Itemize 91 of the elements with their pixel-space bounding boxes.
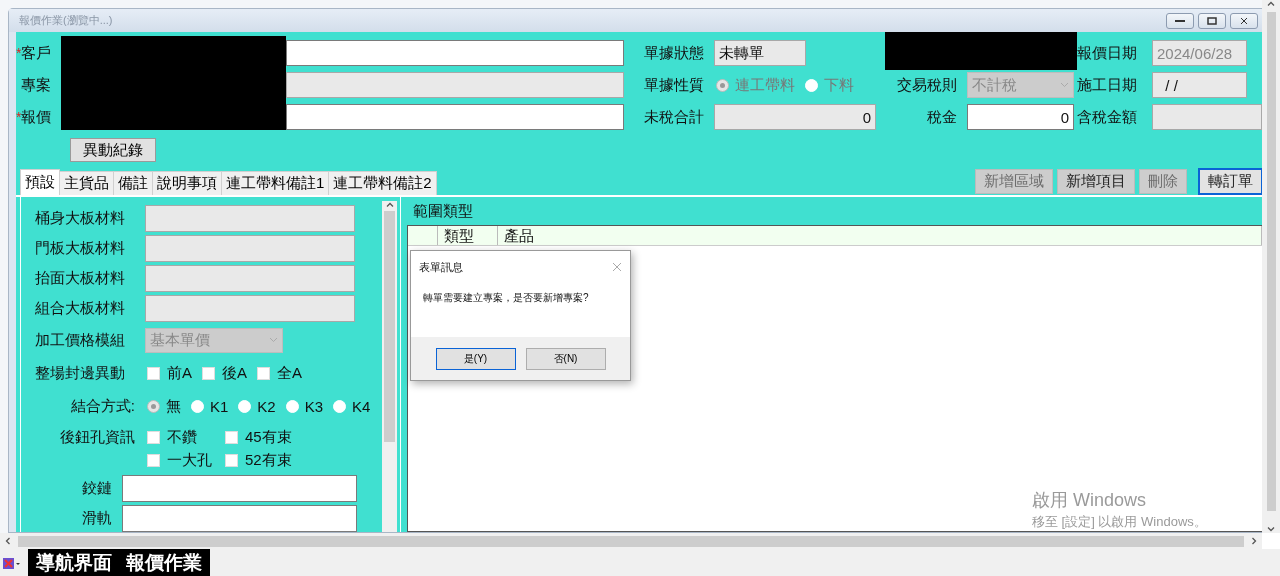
scrollbar[interactable] xyxy=(1262,0,1280,533)
field-label: 後鈕孔資訊 xyxy=(59,428,135,447)
field-label: 客戶 xyxy=(21,43,52,63)
dialog-message: 轉單需要建立專案，是否要新增專案? xyxy=(422,291,590,305)
input-field[interactable] xyxy=(286,104,624,130)
checkbox[interactable] xyxy=(225,431,238,444)
input-field[interactable] xyxy=(122,505,357,532)
tab[interactable]: 說明事項 xyxy=(152,171,222,195)
input-field[interactable] xyxy=(286,40,624,66)
input-field[interactable] xyxy=(145,205,355,232)
option-label: 前A xyxy=(167,363,192,383)
history-button[interactable]: 異動紀錄 xyxy=(70,138,156,162)
option-label: K2 xyxy=(257,397,276,415)
required-mark: * xyxy=(16,45,22,61)
window-title: 報價作業(瀏覽中...) xyxy=(19,13,114,28)
checkbox[interactable] xyxy=(225,454,238,467)
input-field[interactable] xyxy=(145,295,355,322)
input-field[interactable] xyxy=(145,235,355,262)
field-label: 組合大板材料 xyxy=(35,299,126,318)
field-label: 報價 xyxy=(21,107,52,127)
option-label: 後A xyxy=(222,363,248,383)
scroll-up-icon[interactable] xyxy=(385,201,394,209)
activation-title: 啟用 Windows xyxy=(1032,489,1148,512)
scroll-right-icon[interactable] xyxy=(1250,537,1258,545)
restore-button[interactable] xyxy=(1198,12,1226,29)
field-label: 報價日期 xyxy=(1077,43,1138,63)
input-field[interactable] xyxy=(145,265,355,292)
task-label[interactable]: 導航界面 報價作業 xyxy=(28,549,210,576)
checkbox[interactable] xyxy=(257,366,271,380)
field-label: 加工價格模組 xyxy=(35,330,126,350)
scroll-down-icon[interactable] xyxy=(1267,525,1275,533)
field-label: 桶身大板材料 xyxy=(35,209,126,228)
status-field[interactable]: 未轉單 xyxy=(714,40,806,66)
column-header[interactable]: 類型 xyxy=(438,226,498,245)
option-label: 不鑽 xyxy=(167,428,197,447)
option-label: K1 xyxy=(210,397,229,415)
option-label: 無 xyxy=(166,396,181,416)
option-label: 全A xyxy=(277,363,303,383)
field-label: 交易稅則 xyxy=(896,75,958,95)
field-label: 整場封邊異動 xyxy=(35,363,126,383)
close-button[interactable] xyxy=(1230,12,1258,29)
option-label: K4 xyxy=(352,397,371,415)
date-field[interactable]: / / xyxy=(1152,72,1247,98)
tab[interactable]: 預設 xyxy=(20,169,60,195)
tab[interactable]: 連工帶料備註1 xyxy=(221,171,330,195)
task-text: 報價作業 xyxy=(126,550,202,575)
option-label: 一大孔 xyxy=(167,451,212,470)
field-label: 滑軌 xyxy=(81,509,112,528)
field-label: 專案 xyxy=(21,75,52,95)
input-field[interactable] xyxy=(122,475,357,502)
tab[interactable]: 連工帶料備註2 xyxy=(328,171,437,195)
tab[interactable]: 備註 xyxy=(113,171,153,195)
field-label: 單據性質 xyxy=(644,75,705,95)
field-label: 施工日期 xyxy=(1077,75,1138,95)
scrollbar[interactable] xyxy=(382,201,397,532)
amount-field[interactable]: 0 xyxy=(967,104,1074,130)
option-label: K3 xyxy=(304,397,324,415)
group-title: 範圍類型 xyxy=(413,203,474,219)
checkbox[interactable] xyxy=(147,366,160,380)
activation-message: 移至 [設定] 以啟用 Windows。 xyxy=(1032,513,1207,531)
field-label: 抬面大板材料 xyxy=(35,269,126,288)
scroll-left-icon[interactable] xyxy=(4,537,12,545)
restore-icon xyxy=(1207,16,1217,25)
field-label: 單據狀態 xyxy=(644,43,705,63)
minimize-button[interactable] xyxy=(1166,12,1194,29)
option-label: 連工帶料 xyxy=(735,75,795,95)
field-label: 未稅合計 xyxy=(644,107,705,127)
checkbox[interactable] xyxy=(147,431,160,444)
dialog-button[interactable]: 是(Y) xyxy=(435,347,516,370)
field-label: 稅金 xyxy=(926,107,958,127)
action-button[interactable]: 新增項目 xyxy=(1057,168,1135,194)
close-icon[interactable] xyxy=(612,262,622,272)
radio-button[interactable] xyxy=(147,399,160,413)
required-mark: * xyxy=(16,109,22,125)
field-label: 門板大板材料 xyxy=(35,239,126,258)
option-label: 52有束 xyxy=(245,451,292,470)
action-button[interactable]: 轉訂單 xyxy=(1199,168,1262,194)
dialog-button[interactable]: 否(N) xyxy=(525,347,606,370)
field-label: 含稅金額 xyxy=(1077,107,1138,127)
option-label: 45有束 xyxy=(245,428,292,447)
scroll-up-icon[interactable] xyxy=(1267,0,1275,8)
option-label: 下料 xyxy=(824,75,854,95)
field-label: 結合方式: xyxy=(69,396,135,416)
close-icon xyxy=(1240,16,1248,25)
scrollbar[interactable] xyxy=(0,533,1262,549)
field-label: 鉸鏈 xyxy=(81,479,112,498)
dialog-title: 表單訊息 xyxy=(419,259,463,275)
checkbox[interactable] xyxy=(147,454,160,467)
tab[interactable]: 主貨品 xyxy=(59,171,114,195)
task-text: 導航界面 xyxy=(36,550,112,575)
checkbox[interactable] xyxy=(202,366,215,380)
